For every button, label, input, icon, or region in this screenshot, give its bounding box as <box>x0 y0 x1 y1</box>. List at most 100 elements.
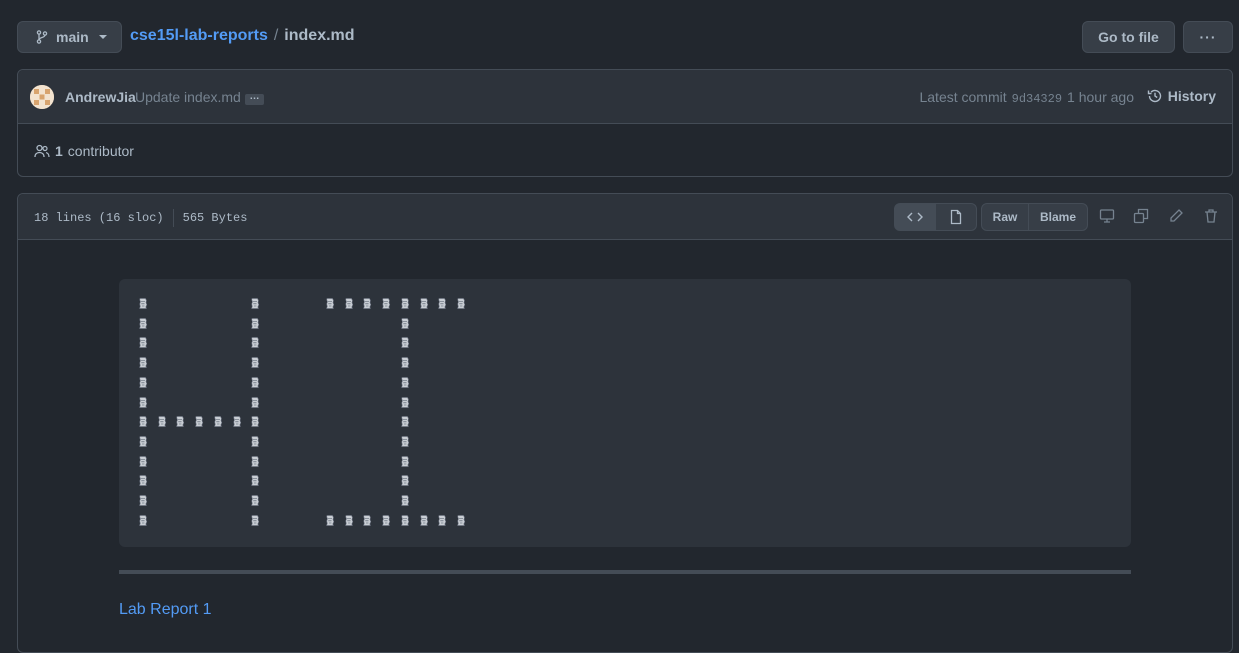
moai-icon <box>456 298 466 309</box>
latest-commit-label: Latest commit <box>919 89 1007 105</box>
moai-icon <box>232 416 241 427</box>
moai-icon <box>400 436 409 447</box>
moai-icon <box>419 514 428 526</box>
lab-report-1-link[interactable]: Lab Report 1 <box>119 601 212 619</box>
repo-link[interactable]: cse15l-lab-reports <box>130 27 268 45</box>
moai-icon <box>251 317 260 329</box>
file-name: index.md <box>284 27 355 44</box>
avatar[interactable] <box>30 85 54 109</box>
moai-icon <box>419 298 428 309</box>
file-lines: 18 lines (16 sloc) <box>34 211 164 225</box>
moai-icon <box>139 495 148 506</box>
copy-icon[interactable] <box>1133 208 1149 224</box>
ascii-art-code-block <box>119 279 1131 547</box>
desktop-icon[interactable] <box>1099 208 1115 224</box>
moai-icon <box>139 376 148 388</box>
moai-icon <box>251 475 260 487</box>
moai-icon <box>251 455 260 467</box>
moai-icon <box>400 455 409 467</box>
moai-icon <box>251 396 260 408</box>
blame-button[interactable]: Blame <box>1028 203 1088 231</box>
moai-icon <box>251 416 260 427</box>
moai-icon <box>195 416 204 427</box>
commit-time: 1 hour ago <box>1067 89 1134 105</box>
file-header: 18 lines (16 sloc) 565 Bytes Raw Blame <box>18 194 1232 240</box>
moai-icon <box>344 298 353 309</box>
moai-icon <box>139 357 148 368</box>
moai-icon <box>400 475 409 487</box>
file-panel: 18 lines (16 sloc) 565 Bytes Raw Blame L… <box>17 193 1233 653</box>
commit-panel: AndrewJia Update index.md … Latest commi… <box>17 69 1233 177</box>
contributor-count: 1 <box>55 143 63 159</box>
divider <box>172 209 174 227</box>
breadcrumb-separator: / <box>273 27 279 44</box>
display-source-button[interactable] <box>894 203 936 231</box>
breadcrumb: cse15l-lab-reports / index.md <box>130 27 355 45</box>
history-icon <box>1147 88 1163 104</box>
moai-icon <box>139 317 148 329</box>
moai-icon <box>139 298 148 309</box>
commit-sha[interactable]: 9d34329 <box>1012 92 1062 106</box>
expand-message-button[interactable]: … <box>245 92 264 105</box>
moai-icon <box>400 416 409 427</box>
branch-selector-button[interactable]: main <box>17 21 122 53</box>
caret-down-icon <box>98 35 107 39</box>
moai-icon <box>139 455 148 467</box>
branch-label: main <box>56 29 89 45</box>
people-icon <box>34 143 50 159</box>
file-info: 18 lines (16 sloc) 565 Bytes <box>34 209 247 227</box>
moai-icon <box>251 357 260 368</box>
moai-icon <box>382 514 391 526</box>
commit-author[interactable]: AndrewJia <box>65 89 136 105</box>
moai-icon <box>157 416 166 427</box>
moai-icon <box>344 514 353 526</box>
moai-icon <box>251 514 260 526</box>
moai-icon <box>139 416 148 427</box>
moai-icon <box>139 514 148 526</box>
moai-icon <box>176 416 185 427</box>
moai-icon <box>438 298 447 309</box>
moai-icon <box>326 298 335 309</box>
commit-message[interactable]: Update index.md <box>135 89 241 105</box>
moai-icon <box>363 298 372 309</box>
moai-icon <box>382 298 391 309</box>
moai-icon <box>251 298 260 309</box>
moai-icon <box>251 436 260 447</box>
moai-icon <box>400 376 409 388</box>
history-link[interactable]: History <box>1147 88 1216 104</box>
moai-icon <box>456 514 466 526</box>
moai-icon <box>438 514 447 526</box>
moai-icon <box>400 357 409 368</box>
moai-icon <box>363 514 372 526</box>
moai-icon <box>326 514 335 526</box>
moai-icon <box>251 337 260 349</box>
trash-icon[interactable] <box>1203 208 1219 224</box>
moai-icon <box>400 317 409 329</box>
go-to-file-button[interactable]: Go to file <box>1082 21 1175 53</box>
moai-icon <box>400 337 409 349</box>
kebab-icon: ··· <box>1199 29 1217 45</box>
moai-icon <box>139 396 148 408</box>
display-rendered-button[interactable] <box>935 203 977 231</box>
contributor-label: contributor <box>67 143 134 159</box>
moai-icon <box>213 416 222 427</box>
horizontal-rule <box>119 570 1131 574</box>
file-icon <box>948 209 964 225</box>
file-size: 565 Bytes <box>182 211 248 225</box>
moai-icon <box>139 475 148 487</box>
code-icon <box>907 209 923 225</box>
moai-icon <box>139 436 148 447</box>
latest-commit-row: AndrewJia Update index.md … Latest commi… <box>18 70 1232 124</box>
moai-icon <box>400 514 409 526</box>
moai-icon <box>139 337 148 349</box>
git-branch-icon <box>34 29 50 45</box>
moai-icon <box>400 396 409 408</box>
latest-commit-info: Latest commit 9d34329 1 hour ago <box>919 89 1134 106</box>
moai-icon <box>400 495 409 506</box>
more-options-button[interactable]: ··· <box>1183 21 1233 53</box>
raw-button[interactable]: Raw <box>981 203 1029 231</box>
pencil-icon[interactable] <box>1168 208 1184 224</box>
contributors-link[interactable]: 1 contributor <box>34 143 134 159</box>
history-label: History <box>1167 88 1216 104</box>
moai-icon <box>251 495 260 506</box>
